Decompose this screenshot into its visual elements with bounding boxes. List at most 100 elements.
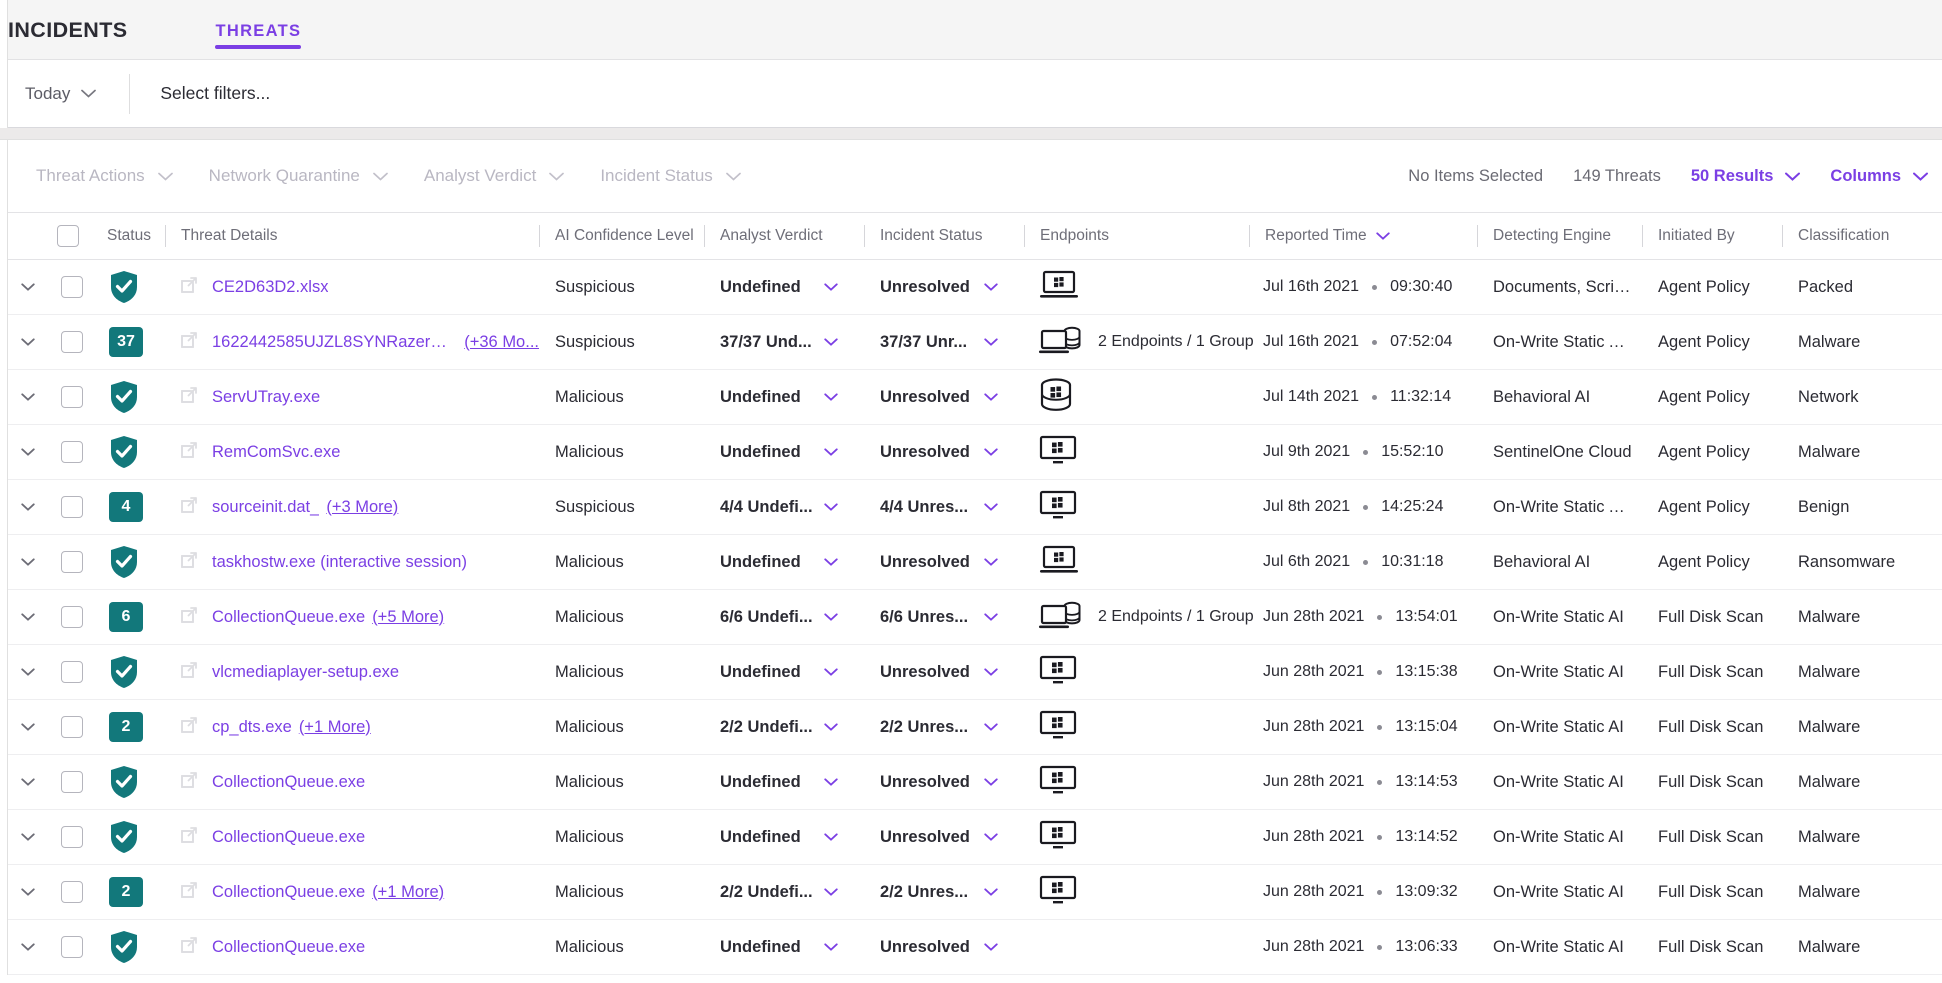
row-select-cell[interactable] (55, 314, 97, 370)
table-row[interactable]: CollectionQueue.exe Malicious Undefined Unr… (0, 809, 1942, 865)
header-classification[interactable]: Classification (1782, 212, 1942, 260)
table-row[interactable]: CE2D63D2.xlsx Suspicious Undefined Unresolv… (0, 259, 1942, 315)
threat-name-link[interactable]: 1622442585UJZL8SYNRazerChro... (212, 333, 457, 352)
open-external-icon[interactable] (179, 770, 199, 795)
chevron-down-icon[interactable] (824, 723, 838, 731)
incident-status-cell[interactable]: Unresolved (864, 369, 1024, 425)
chevron-down-icon[interactable] (984, 558, 998, 566)
incident-status-cell[interactable]: Unresolved (864, 259, 1024, 315)
threat-more-link[interactable]: (+1 More) (372, 883, 444, 902)
incident-status-cell[interactable]: 2/2 Unres... (864, 699, 1024, 755)
chevron-down-icon[interactable] (984, 393, 998, 401)
row-expand-cell[interactable] (0, 754, 55, 810)
incident-status-cell[interactable]: Unresolved (864, 809, 1024, 865)
row-expand-cell[interactable] (0, 259, 55, 315)
threat-name-link[interactable]: CollectionQueue.exe (212, 883, 365, 902)
incident-status-cell[interactable]: Unresolved (864, 919, 1024, 975)
row-expand-cell[interactable] (0, 864, 55, 920)
table-row[interactable]: 37 1622442585UJZL8SYNRazerChro... (+36 Mo.… (0, 314, 1942, 370)
header-incident-status[interactable]: Incident Status (864, 212, 1024, 260)
endpoints-cell[interactable] (1024, 864, 1249, 920)
threat-more-link[interactable]: (+3 More) (326, 498, 398, 517)
incident-status-cell[interactable]: 6/6 Unres... (864, 589, 1024, 645)
endpoints-cell[interactable] (1024, 644, 1249, 700)
threat-details-cell[interactable]: RemComSvc.exe (165, 424, 539, 480)
chevron-down-icon[interactable] (984, 668, 998, 676)
threat-actions-dropdown[interactable]: Threat Actions (36, 166, 173, 186)
endpoints-cell[interactable]: 2 Endpoints / 1 Group (1024, 314, 1254, 370)
chevron-down-icon[interactable] (984, 723, 998, 731)
open-external-icon[interactable] (179, 880, 199, 905)
chevron-down-icon[interactable] (824, 393, 838, 401)
threat-details-cell[interactable]: 1622442585UJZL8SYNRazerChro... (+36 Mo... (165, 314, 539, 370)
row-select-cell[interactable] (55, 809, 97, 865)
chevron-down-icon[interactable] (824, 558, 838, 566)
analyst-verdict-cell[interactable]: Undefined (704, 644, 864, 700)
row-checkbox[interactable] (61, 276, 83, 298)
analyst-verdict-cell[interactable]: Undefined (704, 369, 864, 425)
table-row[interactable]: 2 CollectionQueue.exe (+1 More) Malicious 2/… (0, 864, 1942, 920)
incident-status-cell[interactable]: Unresolved (864, 424, 1024, 480)
chevron-down-icon[interactable] (824, 503, 838, 511)
header-ai-confidence-level[interactable]: AI Confidence Level (539, 212, 704, 260)
incident-status-cell[interactable]: Unresolved (864, 644, 1024, 700)
analyst-verdict-cell[interactable]: 2/2 Undefi... (704, 864, 864, 920)
threat-name-link[interactable]: sourceinit.dat_ (212, 498, 319, 517)
header-status[interactable]: Status (97, 212, 165, 260)
row-checkbox[interactable] (61, 496, 83, 518)
header-analyst-verdict[interactable]: Analyst Verdict (704, 212, 864, 260)
row-checkbox[interactable] (61, 936, 83, 958)
chevron-down-icon[interactable] (984, 613, 998, 621)
chevron-down-icon[interactable] (824, 668, 838, 676)
select-all-checkbox[interactable] (57, 225, 79, 247)
columns-dropdown[interactable]: Columns (1830, 167, 1928, 186)
open-external-icon[interactable] (179, 385, 199, 410)
tab-incidents[interactable]: INCIDENTS (8, 18, 127, 59)
chevron-down-icon[interactable] (984, 833, 998, 841)
incident-status-cell[interactable]: 4/4 Unres... (864, 479, 1024, 535)
tab-threats[interactable]: THREATS (215, 22, 302, 59)
chevron-down-icon[interactable] (984, 338, 998, 346)
row-select-cell[interactable] (55, 754, 97, 810)
row-expand-cell[interactable] (0, 699, 55, 755)
row-expand-cell[interactable] (0, 369, 55, 425)
row-checkbox[interactable] (61, 551, 83, 573)
open-external-icon[interactable] (179, 660, 199, 685)
row-checkbox[interactable] (61, 716, 83, 738)
row-expand-cell[interactable] (0, 314, 55, 370)
table-row[interactable]: CollectionQueue.exe Malicious Undefined Unr… (0, 919, 1942, 975)
threat-more-link[interactable]: (+5 More) (372, 608, 444, 627)
incident-status-cell[interactable]: Unresolved (864, 534, 1024, 590)
header-detecting-engine[interactable]: Detecting Engine (1477, 212, 1642, 260)
endpoints-cell[interactable] (1024, 809, 1249, 865)
threat-name-link[interactable]: ServUTray.exe (212, 388, 320, 407)
expand-row-button[interactable] (0, 833, 55, 841)
expand-row-button[interactable] (0, 943, 55, 951)
threat-details-cell[interactable]: CollectionQueue.exe (165, 919, 539, 975)
expand-row-button[interactable] (0, 338, 55, 346)
analyst-verdict-cell[interactable]: 2/2 Undefi... (704, 699, 864, 755)
row-expand-cell[interactable] (0, 644, 55, 700)
chevron-down-icon[interactable] (824, 338, 838, 346)
header-threat-details[interactable]: Threat Details (165, 212, 539, 260)
expand-row-button[interactable] (0, 503, 55, 511)
threat-name-link[interactable]: CollectionQueue.exe (212, 938, 365, 957)
row-select-cell[interactable] (55, 259, 97, 315)
row-expand-cell[interactable] (0, 589, 55, 645)
open-external-icon[interactable] (179, 440, 199, 465)
incident-status-cell[interactable]: Unresolved (864, 754, 1024, 810)
table-row[interactable]: CollectionQueue.exe Malicious Undefined Unr… (0, 754, 1942, 810)
threat-details-cell[interactable]: CE2D63D2.xlsx (165, 259, 539, 315)
chevron-down-icon[interactable] (984, 943, 998, 951)
expand-row-button[interactable] (0, 613, 55, 621)
chevron-down-icon[interactable] (824, 448, 838, 456)
incident-status-dropdown[interactable]: Incident Status (600, 166, 741, 186)
threat-details-cell[interactable]: CollectionQueue.exe (+5 More) (165, 589, 539, 645)
open-external-icon[interactable] (179, 330, 199, 355)
row-expand-cell[interactable] (0, 424, 55, 480)
threat-details-cell[interactable]: CollectionQueue.exe (+1 More) (165, 864, 539, 920)
header-initiated-by[interactable]: Initiated By (1642, 212, 1782, 260)
expand-row-button[interactable] (0, 283, 55, 291)
table-row[interactable]: RemComSvc.exe Malicious Undefined Unresolve… (0, 424, 1942, 480)
row-checkbox[interactable] (61, 331, 83, 353)
